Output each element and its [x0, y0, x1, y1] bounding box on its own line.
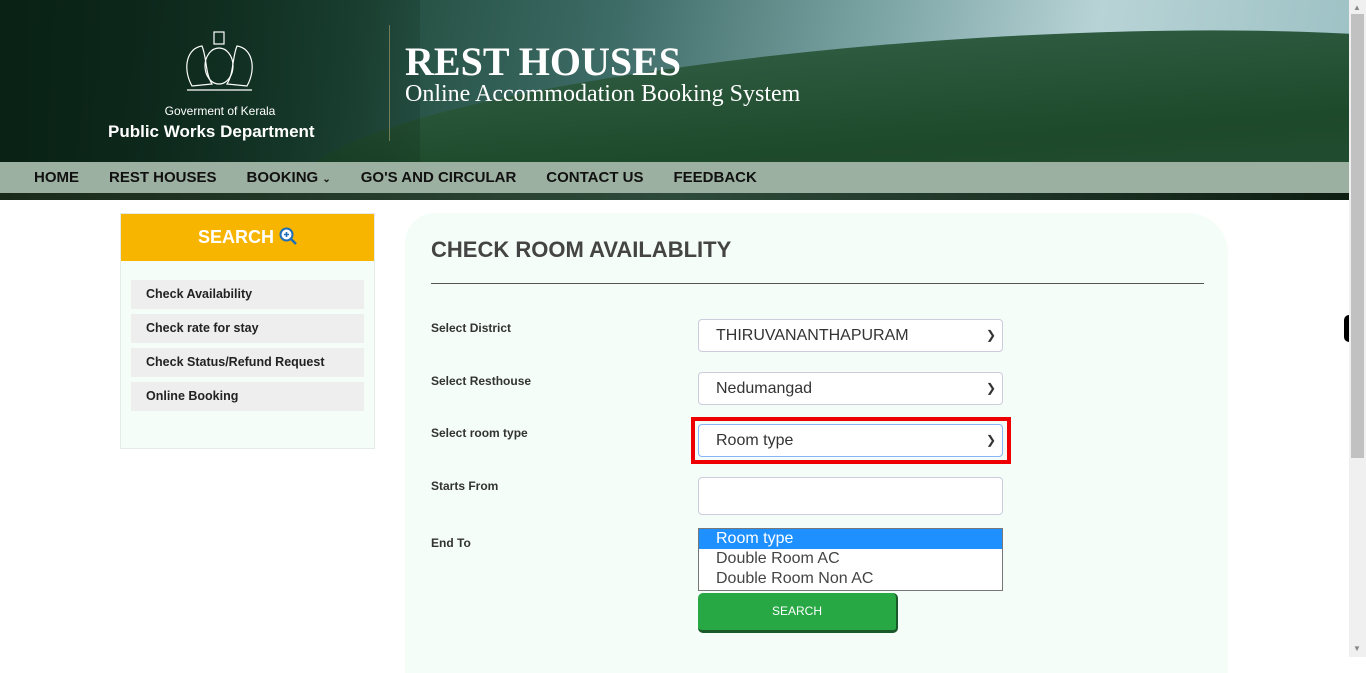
district-value: THIRUVANANTHAPURAM	[716, 327, 909, 344]
nav-gos-circular[interactable]: GO'S AND CIRCULAR	[346, 162, 532, 193]
sidebar-header: SEARCH	[121, 214, 374, 261]
nav-contact[interactable]: CONTACT US	[531, 162, 658, 193]
chevron-down-icon: ❯	[985, 433, 996, 447]
option-room-type[interactable]: Room type	[699, 529, 1002, 549]
page-title: CHECK ROOM AVAILABLITY	[431, 237, 732, 262]
banner-strip	[0, 193, 1349, 200]
option-double-ac[interactable]: Double Room AC	[699, 549, 1002, 569]
kerala-emblem-logo	[186, 31, 253, 91]
nav-booking[interactable]: BOOKING ⌄	[232, 162, 346, 193]
availability-panel: CHECK ROOM AVAILABLITY Select District T…	[405, 213, 1228, 673]
nav-rest-houses[interactable]: REST HOUSES	[94, 162, 232, 193]
nav-home[interactable]: HOME	[19, 162, 94, 193]
scroll-up-icon[interactable]: ▲	[1353, 3, 1361, 12]
start-label: Starts From	[431, 479, 499, 493]
roomtype-dropdown-list: Room type Double Room AC Double Room Non…	[698, 528, 1003, 591]
nav-booking-label: BOOKING	[246, 169, 319, 186]
resthouse-label: Select Resthouse	[431, 374, 532, 388]
district-select[interactable]: THIRUVANANTHAPURAM ❯	[698, 319, 1003, 352]
option-double-non-ac[interactable]: Double Room Non AC	[699, 569, 1002, 589]
gov-label: Goverment of Kerala	[164, 104, 276, 118]
divider	[389, 25, 390, 141]
divider	[431, 283, 1204, 284]
sidebar-item-check-availability[interactable]: Check Availability	[131, 280, 364, 309]
chevron-down-icon: ❯	[985, 381, 996, 395]
dept-label: Public Works Department	[108, 122, 315, 141]
sidebar-title: SEARCH	[197, 227, 274, 247]
start-date-input[interactable]	[698, 477, 1003, 515]
nav-feedback[interactable]: FEEDBACK	[659, 162, 772, 193]
header-banner: Goverment of Kerala Public Works Departm…	[0, 0, 1349, 162]
sidebar-item-check-status[interactable]: Check Status/Refund Request	[131, 348, 364, 377]
site-subtitle: Online Accommodation Booking System	[405, 81, 801, 107]
main-nav: HOME REST HOUSES BOOKING ⌄ GO'S AND CIRC…	[0, 162, 1349, 193]
zoom-in-icon	[279, 227, 297, 245]
district-label: Select District	[431, 321, 512, 335]
resthouse-select[interactable]: Nedumangad ❯	[698, 372, 1003, 405]
roomtype-select[interactable]: Room type ❯	[698, 424, 1003, 457]
scrollbar[interactable]: ▲ ▼	[1349, 0, 1366, 657]
site-title: REST HOUSES	[405, 39, 682, 84]
resthouse-value: Nedumangad	[716, 380, 813, 397]
end-label: End To	[431, 536, 471, 550]
sidebar-item-online-booking[interactable]: Online Booking	[131, 382, 364, 411]
scroll-down-icon[interactable]: ▼	[1353, 644, 1361, 653]
scrollbar-thumb[interactable]	[1351, 14, 1364, 458]
roomtype-label: Select room type	[431, 426, 528, 440]
sidebar-item-check-rate[interactable]: Check rate for stay	[131, 314, 364, 343]
search-sidebar: SEARCH Check Availability Check rate for…	[120, 213, 375, 449]
chevron-down-icon: ❯	[985, 328, 996, 342]
roomtype-value: Room type	[716, 432, 794, 449]
search-button[interactable]: SEARCH	[698, 593, 898, 633]
chevron-down-icon: ⌄	[322, 174, 331, 185]
